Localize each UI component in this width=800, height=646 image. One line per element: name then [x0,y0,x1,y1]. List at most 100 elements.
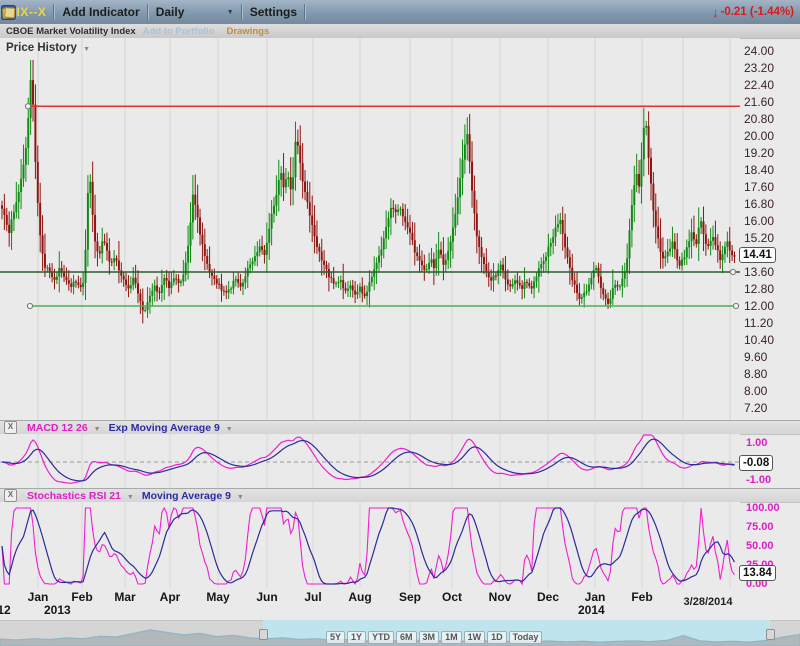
range-buttons: 5Y1YYTD6M3M1M1W1DToday [326,631,542,644]
macd-indicator-dropdown[interactable]: MACD 12 26 ▼ [27,422,101,434]
trendline-handle[interactable] [27,303,32,308]
range-button-1d[interactable]: 1D [487,631,507,644]
down-arrow-icon: ↓ [712,5,719,20]
stoch-axis-tick: 50.00 [746,540,774,552]
month-label: Apr [160,590,181,604]
facebook-icon[interactable] [385,4,402,21]
month-label: Jul [304,590,321,604]
macd-chart-canvas[interactable] [0,434,740,488]
price-tick: 15.20 [744,231,774,245]
range-button-3m[interactable]: 3M [419,631,440,644]
close-icon[interactable]: X [4,421,17,434]
macd-ma-label: Exp Moving Average 9 [109,422,220,434]
range-button-5y[interactable]: 5Y [326,631,345,644]
toolbar-divider [241,4,243,20]
month-label: Jan [28,590,49,604]
stoch-value-badge: 13.84 [739,565,776,581]
price-tick: 21.60 [744,95,774,109]
price-tick: 10.40 [744,333,774,347]
range-button-ytd[interactable]: YTD [368,631,394,644]
range-button-6m[interactable]: 6M [396,631,417,644]
price-tick: 8.00 [744,384,767,398]
price-tick: 22.40 [744,78,774,92]
navigator-right-handle[interactable] [766,629,775,640]
year-label: 2013 [44,603,71,617]
price-change: ↓ -0.21 (-1.44%) [712,5,794,20]
chevron-down-icon: ▼ [226,426,233,433]
trendline-handle[interactable] [730,269,735,274]
price-tick: 20.80 [744,112,774,126]
close-icon[interactable]: X [4,489,17,502]
macd-axis-tick: 1.00 [746,437,767,449]
stoch-label: Stochastics RSI 21 [27,490,121,502]
charting-app: { "toolbar": { "symbol": "VIX--X", "add_… [0,0,800,646]
chevron-down-icon: ▼ [237,494,244,501]
add-to-portfolio-link[interactable]: Add to Portfolio [143,26,215,37]
price-tick: 23.20 [744,61,774,75]
price-tick: 17.60 [744,180,774,194]
price-tick: 19.20 [744,146,774,160]
macd-value-badge: -0.08 [739,455,773,471]
last-price-badge: 14.41 [739,247,776,263]
month-label: Jun [256,590,277,604]
range-button-1w[interactable]: 1W [464,631,486,644]
macd-pane-header: X MACD 12 26 ▼ Exp Moving Average 9 ▼ [0,420,800,435]
price-tick: 9.60 [744,350,767,364]
last-date-label: 3/28/2014 [684,596,733,608]
stoch-chart-canvas[interactable] [0,502,740,588]
price-tick: 16.00 [744,214,774,228]
month-label: Jan [585,590,606,604]
toolbar-divider [304,4,306,20]
navigator-left-handle[interactable] [259,629,268,640]
price-tick: 7.20 [744,401,767,415]
macd-ma-dropdown[interactable]: Exp Moving Average 9 ▼ [109,422,233,434]
twitter-icon[interactable] [362,4,379,21]
price-tick: 11.20 [744,316,773,330]
macd-axis-tick: -1.00 [746,474,771,486]
month-label: Dec [537,590,559,604]
drawings-link[interactable]: Drawings [226,26,269,37]
trendline-handle[interactable] [733,303,738,308]
price-history-label: Price History [6,42,77,54]
price-history-dropdown[interactable]: Price History ▼ [6,42,90,54]
period-dropdown-value: Daily [156,5,185,19]
symbol-subbar: CBOE Market Volatility Index Add to Port… [0,24,800,39]
trendline-handle[interactable] [25,104,30,109]
price-tick: 24.00 [744,44,774,58]
price-tick: 8.80 [744,367,767,381]
settings-button[interactable]: Settings [250,5,297,19]
month-label: Aug [348,590,371,604]
stoch-indicator-dropdown[interactable]: Stochastics RSI 21 ▼ [27,490,134,502]
macd-label: MACD 12 26 [27,422,88,434]
index-name-label: CBOE Market Volatility Index [6,26,136,37]
toolbar-divider [53,4,55,20]
period-dropdown[interactable]: Daily ▼ [156,5,234,19]
stoch-ma-dropdown[interactable]: Moving Average 9 ▼ [142,490,244,502]
month-label: Feb [631,590,652,604]
range-button-1m[interactable]: 1M [441,631,462,644]
price-chart-canvas[interactable] [0,38,740,420]
month-label: May [206,590,229,604]
range-button-today[interactable]: Today [509,631,543,644]
alert-clock-icon[interactable] [316,4,333,21]
month-label: Oct [442,590,462,604]
month-label: Sep [399,590,421,604]
top-toolbar: VIX--X Add Indicator Daily ▼ Settings ↓ … [0,0,800,24]
chart-columns-icon[interactable] [339,4,356,21]
range-button-1y[interactable]: 1Y [347,631,366,644]
notes-icon[interactable] [431,4,448,21]
stoch-ma-label: Moving Average 9 [142,490,231,502]
month-label: Nov [489,590,512,604]
year-label: 2014 [578,603,605,617]
price-tick: 13.60 [744,265,774,279]
stoch-pane-header: X Stochastics RSI 21 ▼ Moving Average 9 … [0,488,800,503]
chevron-down-icon: ▼ [227,9,234,16]
chevron-down-icon: ▼ [94,426,101,433]
camera-icon[interactable] [408,4,425,21]
add-indicator-button[interactable]: Add Indicator [62,5,139,19]
stoch-axis-tick: 75.00 [746,521,774,533]
price-tick: 12.80 [744,282,774,296]
price-tick: 18.40 [744,163,774,177]
chevron-down-icon: ▼ [83,46,90,53]
year-label: 2012 [0,603,11,617]
